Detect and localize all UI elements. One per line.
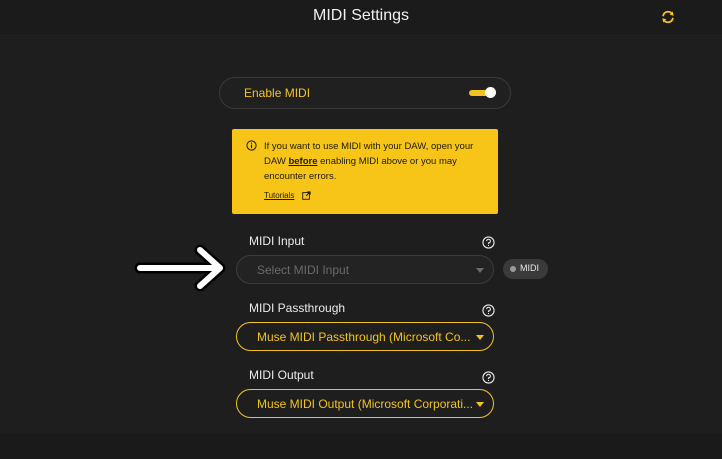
pointer-arrow-icon (134, 244, 226, 292)
midi-input-label: MIDI Input (249, 234, 305, 248)
footer-bar (0, 434, 722, 459)
midi-status-chip: MIDI (503, 259, 548, 279)
midi-status-label: MIDI (520, 263, 539, 273)
notice-text: If you want to use MIDI with your DAW, o… (264, 139, 489, 184)
midi-passthrough-select[interactable]: Muse MIDI Passthrough (Microsoft Co... (236, 322, 494, 351)
midi-passthrough-value: Muse MIDI Passthrough (Microsoft Co... (257, 330, 471, 344)
midi-input-placeholder: Select MIDI Input (257, 263, 350, 277)
chevron-down-icon (476, 402, 484, 407)
midi-output-select[interactable]: Muse MIDI Output (Microsoft Corporati... (236, 389, 494, 418)
chevron-down-icon (476, 335, 484, 340)
tutorials-link[interactable]: Tutorials (264, 191, 294, 200)
midi-input-help-icon[interactable] (482, 236, 495, 249)
enable-midi-toggle[interactable] (469, 87, 496, 98)
midi-passthrough-label: MIDI Passthrough (249, 301, 346, 315)
midi-output-value: Muse MIDI Output (Microsoft Corporati... (257, 397, 474, 411)
chevron-down-icon (476, 268, 484, 273)
info-icon (246, 140, 257, 151)
header-bar: MIDI Settings (0, 0, 722, 34)
enable-midi-row[interactable]: Enable MIDI (219, 77, 511, 109)
notice-emphasis: before (288, 156, 318, 167)
enable-midi-label: Enable MIDI (244, 86, 311, 100)
toggle-knob (485, 87, 496, 98)
page-title: MIDI Settings (312, 7, 410, 24)
midi-input-select[interactable]: Select MIDI Input (236, 255, 494, 284)
refresh-icon[interactable] (660, 9, 676, 25)
daw-warning-notice: If you want to use MIDI with your DAW, o… (232, 129, 498, 214)
midi-output-label: MIDI Output (249, 368, 314, 382)
midi-passthrough-help-icon[interactable] (482, 304, 495, 317)
external-link-icon[interactable] (302, 191, 311, 200)
status-dot-icon (510, 266, 516, 272)
midi-output-help-icon[interactable] (482, 371, 495, 384)
